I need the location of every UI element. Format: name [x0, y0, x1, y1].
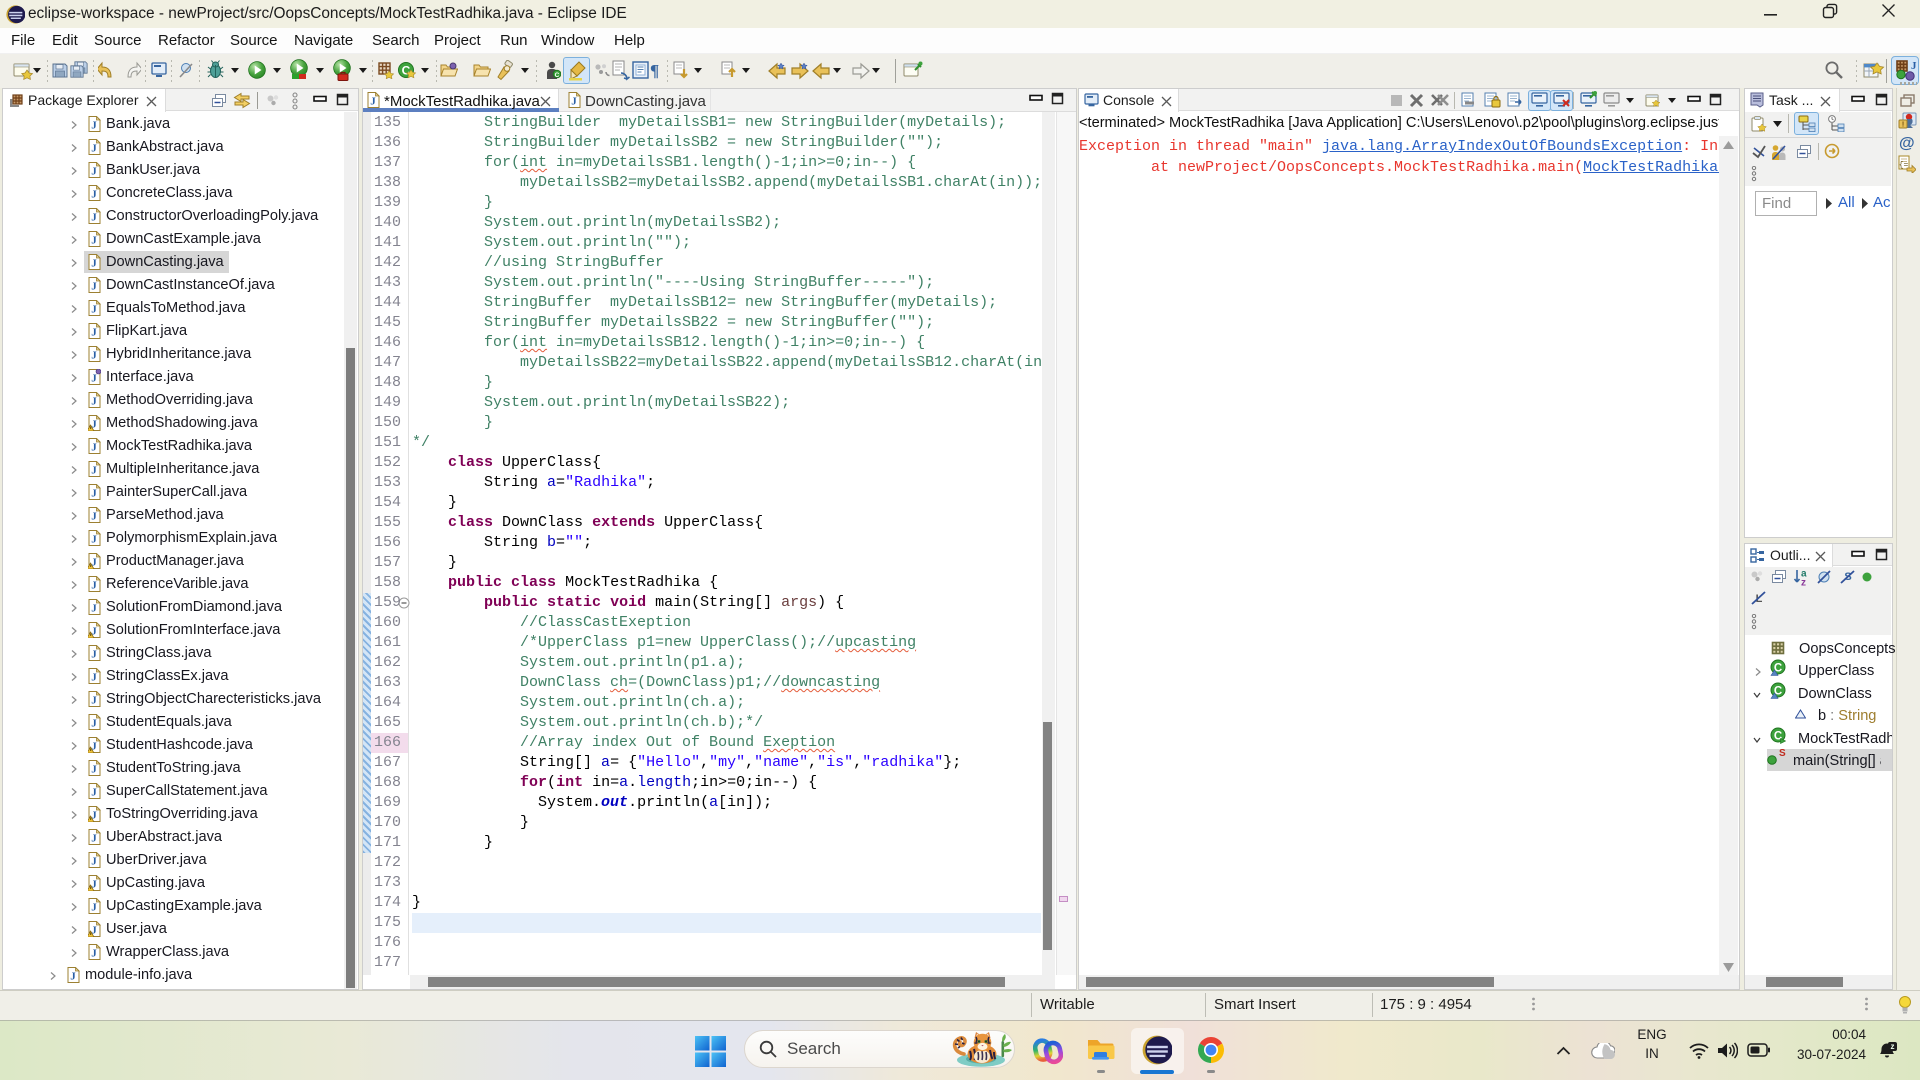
- svg-text:J: J: [91, 234, 97, 246]
- svg-text:J: J: [91, 142, 97, 154]
- svg-text:J: J: [91, 211, 97, 223]
- svg-text:J: J: [91, 464, 97, 476]
- svg-text:z: z: [1891, 1042, 1895, 1051]
- svg-text:!: !: [1902, 122, 1904, 129]
- svg-text:J: J: [91, 188, 97, 200]
- svg-text:J: J: [91, 832, 97, 844]
- svg-text:J: J: [91, 487, 97, 499]
- svg-text:J: J: [91, 372, 97, 384]
- svg-text:J: J: [91, 510, 97, 522]
- svg-text:J: J: [91, 326, 97, 338]
- svg-text:J: J: [91, 257, 97, 269]
- svg-text:J: J: [571, 96, 577, 108]
- svg-text:C: C: [555, 72, 560, 79]
- svg-text:J: J: [91, 119, 97, 131]
- svg-text:J: J: [91, 441, 97, 453]
- svg-text:J: J: [91, 648, 97, 660]
- svg-text:J: J: [91, 855, 97, 867]
- svg-text:J: J: [91, 786, 97, 798]
- svg-text:J: J: [91, 694, 97, 706]
- svg-text:J: J: [91, 280, 97, 292]
- svg-text:J: J: [91, 763, 97, 775]
- svg-text:J: J: [91, 165, 97, 177]
- svg-text:J: J: [91, 602, 97, 614]
- svg-text:J: J: [91, 303, 97, 315]
- svg-text:J: J: [91, 533, 97, 545]
- svg-text:J: J: [91, 671, 97, 683]
- svg-text:J: J: [91, 901, 97, 913]
- svg-text:J: J: [70, 970, 76, 982]
- svg-text:J: J: [91, 717, 97, 729]
- svg-text:J: J: [1911, 60, 1917, 72]
- svg-text:J: J: [91, 579, 97, 591]
- svg-text:J: J: [91, 395, 97, 407]
- svg-text:J: J: [91, 947, 97, 959]
- svg-text:z: z: [1801, 578, 1806, 587]
- svg-text:J: J: [370, 96, 376, 108]
- svg-text:J: J: [91, 349, 97, 361]
